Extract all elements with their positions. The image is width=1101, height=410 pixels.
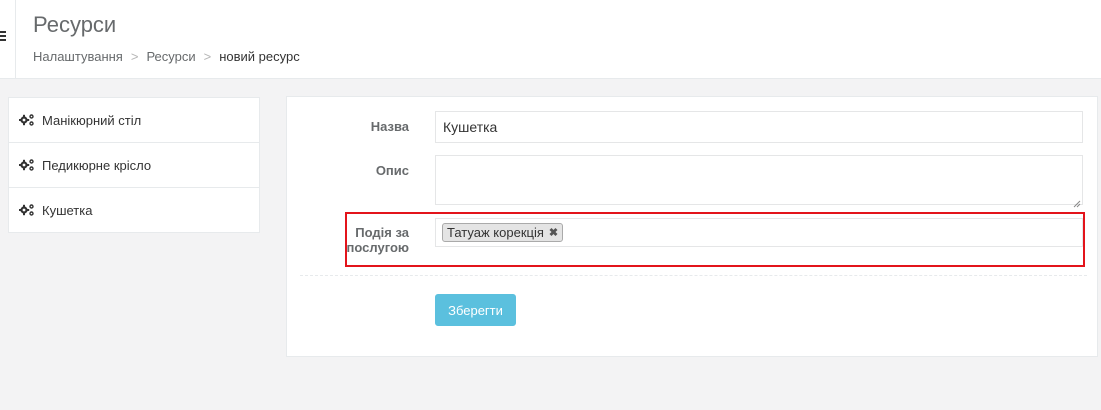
- sidebar-item-label: Педикюрне крісло: [42, 157, 152, 173]
- selected-tag: Татуаж корекція ✖: [442, 223, 564, 242]
- form-divider: [300, 275, 1087, 276]
- tag-remove-icon[interactable]: ✖: [549, 226, 558, 239]
- breadcrumb-separator: >: [130, 49, 139, 64]
- gears-icon: [19, 113, 35, 127]
- breadcrumb-current: новий ресурс: [219, 49, 300, 64]
- save-button[interactable]: Зберегти: [435, 294, 516, 326]
- description-textarea[interactable]: [435, 155, 1083, 205]
- top-header: Ресурси Налаштування > Ресурси > новий р…: [0, 0, 1101, 79]
- event-tags-input[interactable]: Татуаж корекція ✖: [435, 218, 1083, 247]
- event-label-line2: послугою: [346, 240, 409, 255]
- menu-toggle-icon[interactable]: [0, 26, 8, 46]
- sidebar-item-couch[interactable]: Кушетка: [9, 188, 259, 232]
- page-title: Ресурси: [33, 12, 117, 37]
- sidebar-item-pedicure-chair[interactable]: Педикюрне крісло: [9, 143, 259, 188]
- breadcrumb-resources-link[interactable]: Ресурси: [146, 49, 195, 64]
- breadcrumb: Налаштування > Ресурси > новий ресурс: [33, 49, 300, 64]
- sidebar-item-label: Кушетка: [42, 202, 93, 218]
- name-input[interactable]: Кушетка: [435, 111, 1083, 143]
- event-label: Подія за послугою: [327, 225, 409, 255]
- gears-icon: [19, 203, 35, 217]
- breadcrumb-settings-link[interactable]: Налаштування: [33, 49, 123, 64]
- gears-icon: [19, 158, 35, 172]
- sidebar-item-manicure-table[interactable]: Манікюрний стіл: [9, 98, 259, 143]
- resource-form-panel: Назва Кушетка Опис Подія за послугою Тат…: [286, 96, 1098, 357]
- resource-list: Манікюрний стіл Педикюрне крісло Кушетка: [8, 97, 260, 233]
- sidebar-item-label: Манікюрний стіл: [42, 112, 142, 128]
- name-label: Назва: [370, 119, 409, 134]
- breadcrumb-separator: >: [203, 49, 212, 64]
- header-divider: [15, 0, 16, 78]
- textarea-resize-handle[interactable]: [1073, 195, 1081, 208]
- description-label: Опис: [375, 163, 409, 178]
- tag-label: Татуаж корекція: [447, 225, 544, 240]
- event-label-line1: Подія за: [355, 225, 409, 240]
